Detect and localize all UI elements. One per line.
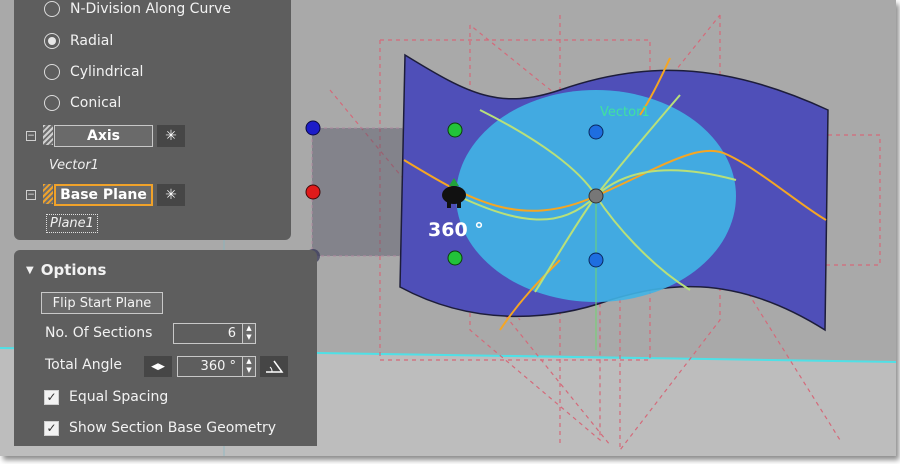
section-point-bottom[interactable]: [447, 250, 463, 266]
radial-point-top[interactable]: [588, 124, 604, 140]
base-plane-settings-icon[interactable]: ✳: [157, 184, 185, 206]
options-header[interactable]: ▼ Options: [26, 261, 106, 279]
spin-up-icon[interactable]: ▲: [243, 324, 255, 333]
radio-radial[interactable]: Radial: [44, 29, 113, 53]
axis-value: Vector1: [49, 158, 99, 173]
total-angle-label: Total Angle: [45, 357, 122, 373]
show-geometry-label: Show Section Base Geometry: [69, 420, 277, 436]
section-point-top[interactable]: [447, 122, 463, 138]
base-plane-collapse-icon[interactable]: −: [26, 190, 36, 200]
axis-collapse-icon[interactable]: −: [26, 131, 36, 141]
radial-center-point[interactable]: [588, 188, 604, 204]
radio-button[interactable]: [44, 95, 60, 111]
radio-cylindrical[interactable]: Cylindrical: [44, 60, 143, 84]
sections-spin-icon[interactable]: ▲ ▼: [242, 323, 256, 344]
axis-settings-icon[interactable]: ✳: [157, 125, 185, 147]
direction-toggle-icon[interactable]: ◀▶: [144, 356, 172, 377]
flip-start-plane-button[interactable]: Flip Start Plane: [41, 292, 163, 314]
axis-stripe-icon: [43, 125, 53, 145]
spin-down-icon[interactable]: ▼: [243, 366, 255, 375]
sections-label: No. Of Sections: [45, 325, 153, 341]
angle-spin-icon[interactable]: ▲ ▼: [242, 356, 256, 377]
angle-icon[interactable]: [260, 356, 288, 377]
vector-label: Vector1: [600, 105, 650, 120]
base-plane-selector-button[interactable]: Base Plane: [54, 184, 153, 206]
equal-spacing-check-icon[interactable]: ✓: [44, 389, 59, 405]
show-geometry-check-icon[interactable]: ✓: [44, 420, 59, 436]
base-plane-point[interactable]: [305, 184, 321, 200]
options-panel: ▼ Options Flip Start Plane No. Of Sectio…: [14, 250, 317, 446]
spin-up-icon[interactable]: ▲: [243, 357, 255, 366]
total-angle-input[interactable]: 360 °: [177, 356, 243, 377]
radio-conical[interactable]: Conical: [44, 91, 121, 115]
radio-n-division[interactable]: N-Division Along Curve: [44, 0, 231, 21]
radio-label: N-Division Along Curve: [70, 1, 231, 17]
equal-spacing-label: Equal Spacing: [69, 389, 169, 405]
sections-input[interactable]: 6: [173, 323, 243, 344]
base-plane-stripe-icon: [43, 184, 53, 204]
options-title: Options: [40, 261, 107, 279]
show-geometry-checkbox-row[interactable]: ✓ Show Section Base Geometry: [44, 418, 276, 438]
spin-down-icon[interactable]: ▼: [243, 333, 255, 342]
axis-selector-button[interactable]: Axis: [54, 125, 153, 147]
collapse-triangle-icon: ▼: [26, 264, 34, 276]
radio-label: Cylindrical: [70, 64, 144, 80]
radial-point-bottom[interactable]: [588, 252, 604, 268]
radio-button[interactable]: [44, 1, 60, 17]
radio-label: Conical: [70, 95, 122, 111]
angle-readout: 360 °: [428, 219, 484, 241]
section-type-panel: N-Division Along Curve Radial Cylindrica…: [14, 0, 291, 240]
radio-button[interactable]: [44, 64, 60, 80]
radio-button[interactable]: [44, 33, 60, 49]
application-frame: Vector1 360 ° N-Division Along Curve Rad…: [0, 0, 896, 456]
radio-label: Radial: [70, 33, 114, 49]
axis-start-point[interactable]: [305, 120, 321, 136]
base-plane-value[interactable]: Plane1: [46, 214, 98, 233]
equal-spacing-checkbox-row[interactable]: ✓ Equal Spacing: [44, 387, 168, 407]
